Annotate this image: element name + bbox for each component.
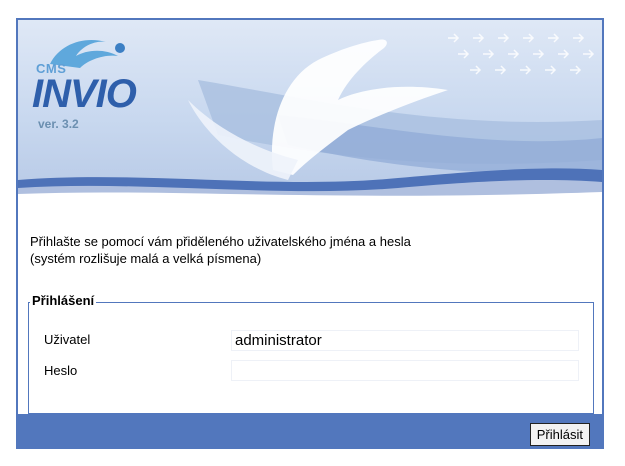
login-window: CMS INVIO ver. 3.2 Přihlašte se pomocí v… [16,18,604,449]
intro-line-2: (systém rozlišuje malá a velká písmena) [30,251,262,266]
password-label: Heslo [44,363,78,378]
intro-text: Přihlašte se pomocí vám přiděleného uživ… [30,233,411,267]
logo-invio-text: INVIO [32,72,137,116]
login-content: Přihlašte se pomocí vám přiděleného uživ… [18,200,602,447]
password-input[interactable] [231,360,579,381]
login-button[interactable]: Přihlásit [529,423,590,446]
username-label: Uživatel [44,332,91,347]
login-legend: Přihlášení [30,293,97,308]
login-footer-bar: Přihlásit [18,414,602,447]
header-banner: CMS INVIO ver. 3.2 [18,20,602,200]
intro-line-1: Přihlašte se pomocí vám přiděleného uživ… [30,234,411,249]
version-label: ver. 3.2 [38,117,79,131]
username-input[interactable] [231,330,579,351]
login-panel: CMS INVIO ver. 3.2 Přihlašte se pomocí v… [18,20,602,447]
login-fieldset [28,302,594,414]
